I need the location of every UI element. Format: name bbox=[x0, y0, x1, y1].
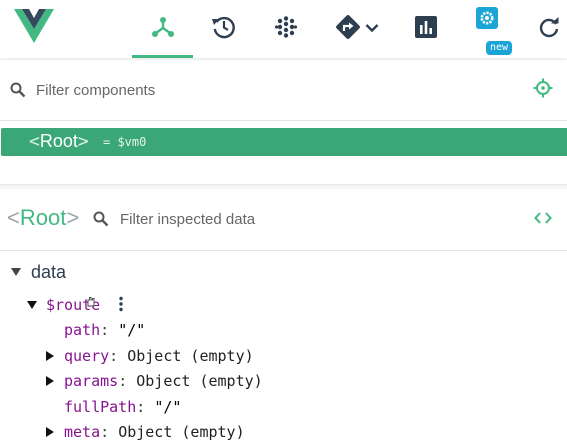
new-badge: new bbox=[486, 41, 513, 55]
route-field-params[interactable]: params: Object (empty) bbox=[46, 372, 263, 390]
inspected-component-title: <Root> bbox=[7, 205, 80, 230]
section-data[interactable]: data bbox=[11, 261, 67, 282]
search-icon bbox=[10, 82, 26, 103]
tag-close-bracket: > bbox=[77, 131, 89, 152]
open-source-code-icon[interactable] bbox=[534, 211, 552, 230]
components-icon bbox=[151, 15, 175, 44]
active-tab-indicator bbox=[132, 55, 193, 58]
tab-routing[interactable] bbox=[330, 0, 384, 58]
refresh-button[interactable] bbox=[534, 0, 564, 58]
route-field-query[interactable]: query: Object (empty) bbox=[46, 347, 254, 365]
select-component-icon[interactable] bbox=[533, 78, 553, 103]
caret-down-icon bbox=[27, 301, 37, 309]
filter-components-input[interactable] bbox=[36, 79, 476, 101]
caret-right-icon bbox=[46, 351, 54, 361]
tab-settings[interactable] bbox=[472, 0, 502, 40]
tab-vuex[interactable] bbox=[268, 0, 304, 58]
tab-performance[interactable] bbox=[410, 0, 442, 58]
history-icon bbox=[211, 14, 237, 45]
caret-right-icon bbox=[46, 427, 54, 437]
settings-icon bbox=[476, 6, 498, 34]
performance-icon bbox=[415, 15, 437, 43]
caret-down-icon bbox=[11, 268, 21, 276]
tab-components[interactable] bbox=[132, 0, 193, 58]
vue-logo bbox=[14, 9, 54, 43]
tag-open-bracket: < bbox=[29, 131, 40, 152]
route-field-path[interactable]: path: "/" bbox=[64, 321, 145, 339]
filter-inspected-data-input[interactable] bbox=[120, 208, 500, 230]
chevron-down-icon bbox=[365, 20, 379, 38]
search-icon bbox=[93, 211, 109, 232]
component-name: Root bbox=[39, 131, 78, 151]
route-field-fullpath[interactable]: fullPath: "/" bbox=[64, 398, 181, 416]
more-options-icon[interactable] bbox=[118, 296, 124, 317]
section-title: data bbox=[31, 261, 67, 282]
refresh-icon bbox=[538, 16, 560, 43]
tree-node-root[interactable]: <Root> = $vm0 bbox=[1, 128, 567, 156]
tab-timeline[interactable] bbox=[206, 0, 242, 58]
vm-label: = $vm0 bbox=[103, 135, 147, 149]
cursor-icon bbox=[86, 294, 96, 312]
route-field-meta[interactable]: meta: Object (empty) bbox=[46, 423, 245, 441]
vuex-icon bbox=[274, 15, 298, 43]
caret-right-icon bbox=[46, 376, 54, 386]
routing-icon bbox=[335, 14, 361, 45]
devtools-toolbar: new bbox=[0, 0, 567, 58]
